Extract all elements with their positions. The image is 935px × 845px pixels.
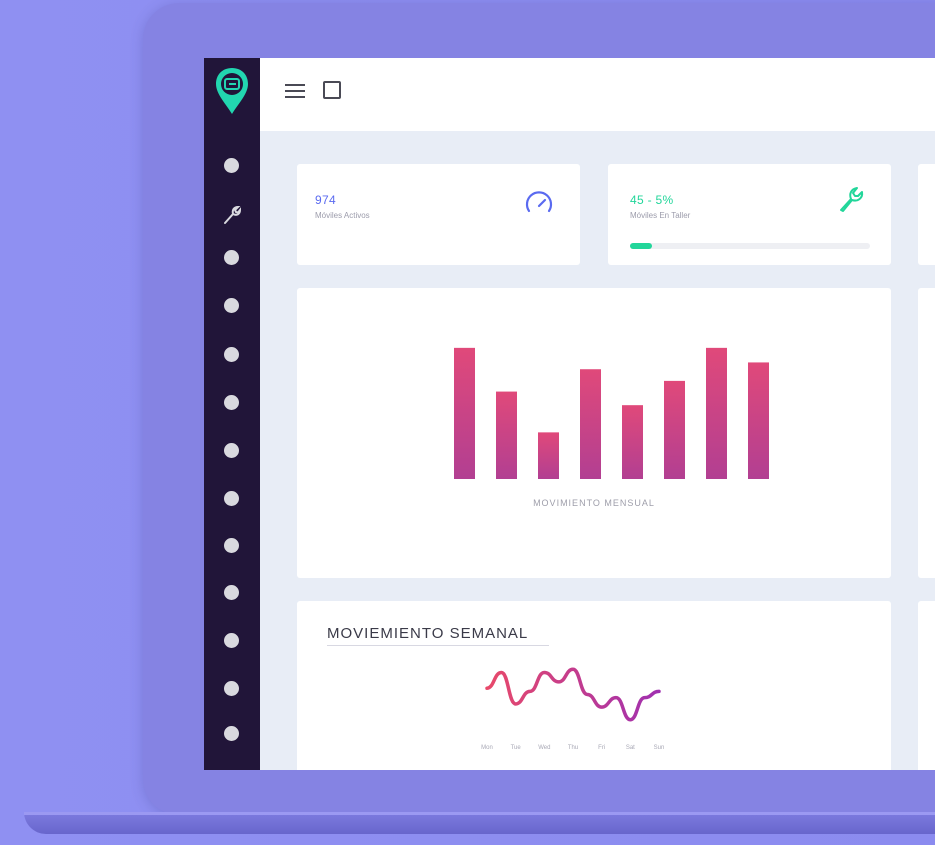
sidebar-item-dot-icon[interactable] — [224, 633, 239, 648]
sidebar-item-dot-icon[interactable] — [224, 395, 239, 410]
bar — [580, 369, 601, 479]
x-tick-label: Mon — [481, 745, 493, 751]
sidebar-item-dot-icon[interactable] — [224, 347, 239, 362]
sidebar-item-dot-icon[interactable] — [224, 681, 239, 696]
partial-card-right-bottom — [918, 601, 935, 770]
monthly-bar-chart — [454, 347, 769, 479]
partial-card-right — [918, 288, 935, 578]
bar — [748, 362, 769, 479]
bar — [664, 380, 685, 479]
bar — [622, 405, 643, 479]
x-tick-label: Wed — [538, 745, 550, 751]
bar — [454, 347, 475, 479]
progress-bar — [630, 243, 870, 249]
sidebar-item-dot-icon[interactable] — [224, 726, 239, 741]
chart-title: MOVIMIENTO MENSUAL — [533, 498, 655, 508]
speedometer-icon — [525, 191, 553, 213]
stat-card-active-vehicles: 974 Móviles Activos — [297, 164, 580, 265]
weekly-series-line — [485, 667, 661, 722]
laptop-base-edge — [24, 812, 935, 815]
sidebar-item-dot-icon[interactable] — [224, 538, 239, 553]
stat-label: Móviles Activos — [315, 211, 370, 220]
title-underline — [327, 645, 549, 646]
stat-value: 45 - 5% — [630, 193, 674, 207]
monthly-movement-card: MOVIMIENTO MENSUAL — [297, 288, 891, 578]
sidebar-item-dot-icon[interactable] — [224, 158, 239, 173]
sidebar-item-dot-icon[interactable] — [224, 585, 239, 600]
sidebar-item-dot-icon[interactable] — [224, 491, 239, 506]
bar — [496, 391, 517, 479]
x-tick-label: Thu — [568, 745, 578, 751]
weekly-movement-card: MOVIEMIENTO SEMANAL Mon Tue Wed Thu Fri Sat Su… — [297, 601, 891, 770]
stat-label: Móviles En Taller — [630, 211, 691, 220]
x-tick-label: Sun — [654, 745, 665, 751]
sidebar-item-dot-icon[interactable] — [224, 298, 239, 313]
x-tick-label: Tue — [511, 745, 522, 751]
bar — [706, 347, 727, 479]
stat-card-vehicles-in-workshop: 45 - 5% Móviles En Taller — [608, 164, 891, 265]
top-bar — [260, 58, 935, 131]
dashboard-screen: 974 Móviles Activos 45 - 5% Móviles En T… — [204, 58, 935, 770]
bar — [538, 432, 559, 479]
wrench-icon — [840, 187, 864, 212]
location-pin-logo-icon[interactable] — [214, 66, 250, 118]
weekly-line-chart: Mon Tue Wed Thu Fri Sat Sun — [481, 667, 665, 751]
sidebar-item-dot-icon[interactable] — [224, 250, 239, 265]
sidebar-item-dot-icon[interactable] — [224, 443, 239, 458]
laptop-base — [24, 812, 935, 834]
stat-card-partial — [918, 164, 935, 265]
sidebar — [204, 58, 260, 770]
stat-value: 974 — [315, 193, 336, 207]
sidebar-item-wrench-icon[interactable] — [221, 204, 241, 226]
progress-fill — [630, 243, 652, 249]
square-window-icon[interactable] — [323, 81, 341, 99]
chart-title: MOVIEMIENTO SEMANAL — [327, 625, 529, 642]
x-tick-label: Sat — [626, 745, 635, 751]
hamburger-menu-icon[interactable] — [284, 82, 306, 100]
x-tick-label: Fri — [598, 745, 605, 751]
